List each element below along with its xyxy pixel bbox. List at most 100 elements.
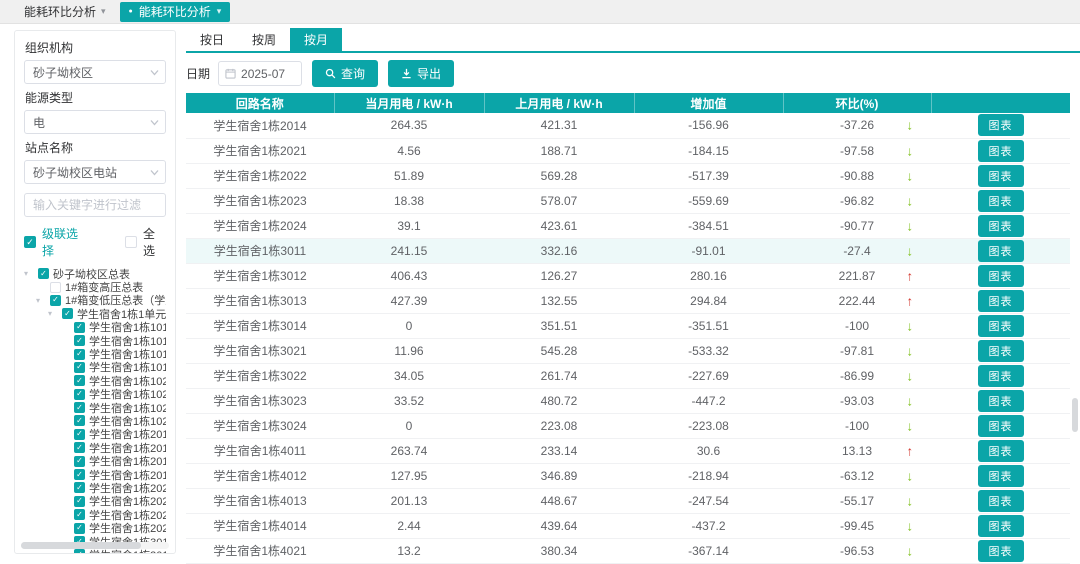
chart-button[interactable]: 图表	[978, 540, 1024, 562]
chevron-down-icon	[150, 169, 159, 176]
query-button[interactable]: 查询	[312, 60, 378, 87]
tree-filter-input[interactable]	[24, 193, 166, 217]
cell-last: 188.71	[484, 138, 634, 163]
cell-ratio: 221.87↑	[783, 263, 931, 288]
energy-select[interactable]: 电	[24, 110, 166, 134]
cell-current: 264.35	[334, 113, 484, 138]
tree-item-checkbox[interactable]: ✓	[74, 402, 85, 413]
column-header: 当月用电 / kW·h	[334, 93, 484, 113]
cell-delta: -218.94	[634, 463, 783, 488]
nav-menu-dropdown[interactable]: 能耗环比分析 ▾	[24, 3, 106, 20]
trend-down-icon: ↓	[907, 518, 914, 533]
tree-item-checkbox[interactable]: ✓	[74, 322, 85, 333]
cell-actions: 图表	[931, 213, 1070, 238]
tree-expand-icon[interactable]: ▾	[24, 269, 34, 278]
table-row: 学生宿舍1栋302111.96545.28-533.32-97.81↓图表	[186, 338, 1070, 363]
cell-current: 13.2	[334, 538, 484, 563]
cell-ratio: -100↓	[783, 413, 931, 438]
chart-button[interactable]: 图表	[978, 340, 1024, 362]
export-button[interactable]: 导出	[388, 60, 454, 87]
tree-item-checkbox[interactable]: ✓	[74, 469, 85, 480]
trend-down-icon: ↓	[907, 368, 914, 383]
tree-hscrollbar-thumb[interactable]	[21, 542, 141, 549]
tree-item-checkbox[interactable]: ✓	[74, 415, 85, 426]
cell-ratio: -90.88↓	[783, 163, 931, 188]
cell-ratio: -97.81↓	[783, 338, 931, 363]
chart-button[interactable]: 图表	[978, 240, 1024, 262]
cell-delta: 30.6	[634, 438, 783, 463]
main-vscrollbar-thumb[interactable]	[1072, 398, 1078, 432]
table-row: 学生宿舍1栋202439.1423.61-384.51-90.77↓图表	[186, 213, 1070, 238]
chart-button[interactable]: 图表	[978, 390, 1024, 412]
chart-button[interactable]: 图表	[978, 490, 1024, 512]
table-row: 学生宿舍1栋4013201.13448.67-247.54-55.17↓图表	[186, 488, 1070, 513]
cell-actions: 图表	[931, 463, 1070, 488]
chart-button[interactable]: 图表	[978, 315, 1024, 337]
tree-item-checkbox[interactable]: ✓	[74, 335, 85, 346]
tree-item[interactable]: ✓学生宿舍1栋3012	[24, 548, 166, 554]
tree-item-checkbox[interactable]: ✓	[74, 429, 85, 440]
chart-button[interactable]: 图表	[978, 114, 1024, 136]
table-row: 学生宿舍1栋30140351.51-351.51-100↓图表	[186, 313, 1070, 338]
chevron-down-icon	[150, 69, 159, 76]
tree-item-checkbox[interactable]: ✓	[74, 523, 85, 534]
chart-button[interactable]: 图表	[978, 440, 1024, 462]
tree-item-checkbox[interactable]: ✓	[74, 349, 85, 360]
chart-button[interactable]: 图表	[978, 365, 1024, 387]
tab-by-week[interactable]: 按周	[238, 28, 290, 51]
trend-up-icon: ↑	[907, 293, 914, 308]
tree-item-checkbox[interactable]: ✓	[50, 295, 61, 306]
tree-expand-icon[interactable]: ▾	[36, 296, 46, 305]
tree-item-checkbox[interactable]: ✓	[74, 362, 85, 373]
tree-item-checkbox[interactable]: ✓	[74, 389, 85, 400]
tree-item-checkbox[interactable]: ✓	[62, 308, 73, 319]
select-all-checkbox[interactable]	[125, 236, 137, 248]
cell-name: 学生宿舍1栋2021	[186, 138, 334, 163]
tab-by-month[interactable]: 按月	[290, 28, 342, 51]
tree-expand-icon[interactable]: ▾	[48, 309, 58, 318]
chart-button[interactable]: 图表	[978, 515, 1024, 537]
chart-button[interactable]: 图表	[978, 190, 1024, 212]
cell-current: 127.95	[334, 463, 484, 488]
cell-delta: -91.01	[634, 238, 783, 263]
cell-delta: -437.2	[634, 513, 783, 538]
chart-button[interactable]: 图表	[978, 290, 1024, 312]
cell-name: 学生宿舍1栋3024	[186, 413, 334, 438]
tree-item-checkbox[interactable]	[50, 282, 61, 293]
tree-item-checkbox[interactable]: ✓	[74, 456, 85, 467]
cell-current: 18.38	[334, 188, 484, 213]
cell-name: 学生宿舍1栋2022	[186, 163, 334, 188]
tree-item-checkbox[interactable]: ✓	[74, 442, 85, 453]
tree-item-checkbox[interactable]: ✓	[74, 482, 85, 493]
trend-down-icon: ↓	[907, 193, 914, 208]
chart-button[interactable]: 图表	[978, 265, 1024, 287]
chart-button[interactable]: 图表	[978, 165, 1024, 187]
date-value: 2025-07	[241, 67, 285, 81]
chart-button[interactable]: 图表	[978, 415, 1024, 437]
cell-delta: -227.69	[634, 363, 783, 388]
site-select[interactable]: 砂子坳校区电站	[24, 160, 166, 184]
trend-down-icon: ↓	[907, 543, 914, 558]
date-picker-input[interactable]: 2025-07	[218, 61, 302, 86]
cell-name: 学生宿舍1栋3023	[186, 388, 334, 413]
chart-button[interactable]: 图表	[978, 215, 1024, 237]
cell-actions: 图表	[931, 313, 1070, 338]
tree-hscrollbar[interactable]	[21, 542, 169, 549]
org-select[interactable]: 砂子坳校区	[24, 60, 166, 84]
tree-item-checkbox[interactable]: ✓	[38, 268, 49, 279]
cell-delta: -533.32	[634, 338, 783, 363]
cell-current: 0	[334, 313, 484, 338]
cell-current: 4.56	[334, 138, 484, 163]
active-page-tag[interactable]: ● 能耗环比分析 ▾	[120, 2, 231, 22]
column-header	[931, 93, 1070, 113]
chart-button[interactable]: 图表	[978, 465, 1024, 487]
cascade-checkbox[interactable]: ✓	[24, 236, 36, 248]
tree-item-checkbox[interactable]: ✓	[74, 509, 85, 520]
tree-item-checkbox[interactable]: ✓	[74, 496, 85, 507]
tab-by-day[interactable]: 按日	[186, 28, 238, 51]
tree-item-checkbox[interactable]: ✓	[74, 549, 85, 554]
chart-button[interactable]: 图表	[978, 140, 1024, 162]
tree-item-checkbox[interactable]: ✓	[74, 375, 85, 386]
trend-down-icon: ↓	[907, 168, 914, 183]
cell-last: 480.72	[484, 388, 634, 413]
